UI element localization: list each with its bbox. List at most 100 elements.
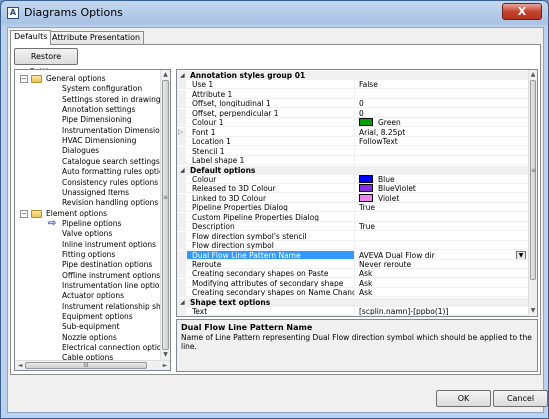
- property-row[interactable]: Creating secondary shapes on Name Change…: [177, 288, 528, 298]
- property-row[interactable]: Reroute Never reroute: [177, 260, 528, 269]
- property-value[interactable]: True: [356, 222, 528, 232]
- tree-item[interactable]: − Element options: [15, 209, 160, 219]
- property-value[interactable]: [356, 147, 528, 156]
- tree-item[interactable]: System configuration: [15, 84, 160, 94]
- property-value[interactable]: Ask: [356, 269, 528, 279]
- property-row[interactable]: Text [scplin.namn]-[ppbo(1)]: [177, 307, 528, 316]
- tree-scroll-down-icon[interactable]: ▼: [161, 350, 170, 360]
- tree-item[interactable]: Electrical connection options: [15, 343, 170, 353]
- property-value[interactable]: [scplin.namn]-[ppbo(1)]: [356, 307, 528, 316]
- tree-horizontal-scrollbar[interactable]: ◄ III ►: [15, 360, 170, 370]
- grid-scroll-down-icon[interactable]: ▼: [529, 306, 537, 316]
- grid-scroll-up-icon[interactable]: ▲: [529, 70, 537, 80]
- tree-item[interactable]: Offline instrument options: [15, 271, 160, 281]
- tree-item[interactable]: Valve options: [15, 229, 160, 239]
- property-row[interactable]: Flow direction symbol: [177, 241, 528, 251]
- property-value[interactable]: FollowText: [356, 137, 528, 147]
- property-row[interactable]: ▷ Font 1 Arial, 8.25pt: [177, 127, 528, 137]
- property-value[interactable]: [356, 232, 528, 241]
- tree-item[interactable]: Instrumentation line options: [15, 281, 168, 291]
- category-collapse-icon[interactable]: ◢: [180, 166, 185, 175]
- tree-item[interactable]: Pipe destination options: [15, 260, 160, 270]
- category-collapse-icon[interactable]: ◢: [180, 71, 185, 80]
- property-row[interactable]: Location 1 FollowText: [177, 137, 528, 147]
- tab-defaults[interactable]: Defaults: [10, 30, 52, 45]
- tree-item[interactable]: Actuator options: [15, 291, 160, 301]
- tree-item[interactable]: Nozzle options: [15, 333, 160, 343]
- property-row[interactable]: Linked to 3D Colour Violet: [177, 193, 528, 203]
- tab-attribute-presentation[interactable]: Attribute Presentation: [48, 31, 145, 44]
- close-button[interactable]: X: [502, 3, 542, 20]
- value-dropdown-icon[interactable]: ▼: [516, 250, 526, 259]
- property-category[interactable]: ◢ Shape text options: [177, 297, 528, 307]
- property-value[interactable]: Blue: [356, 174, 528, 184]
- tree-item[interactable]: Auto formatting rules options: [15, 167, 170, 177]
- category-collapse-icon[interactable]: ◢: [180, 298, 185, 307]
- property-value[interactable]: Ask: [356, 279, 528, 288]
- tree-item[interactable]: HVAC Dimensioning: [15, 136, 160, 146]
- tree-scroll-left-icon[interactable]: ◄: [15, 361, 25, 370]
- property-row[interactable]: Attribute 1: [177, 89, 528, 99]
- property-row[interactable]: Colour Blue: [177, 174, 528, 184]
- property-row[interactable]: Dual Flow Line Pattern Name AVEVA Dual Fl…: [177, 250, 528, 260]
- tree-item[interactable]: Unassigned Items: [15, 188, 160, 198]
- property-value[interactable]: True: [356, 203, 528, 213]
- property-value[interactable]: Never reroute: [356, 260, 528, 269]
- property-row[interactable]: Use 1 False: [177, 80, 528, 90]
- property-row[interactable]: Modifying attributes of secondary shape A…: [177, 278, 528, 288]
- tree-item[interactable]: Annotation settings: [15, 105, 160, 115]
- property-category[interactable]: ◢ Annotation styles group 01: [177, 71, 528, 80]
- tree-item[interactable]: Revision handling options: [15, 198, 160, 208]
- property-value[interactable]: [356, 241, 528, 251]
- tree-item[interactable]: ⇨ Pipeline options: [15, 218, 160, 229]
- property-value[interactable]: Ask: [356, 288, 528, 298]
- restore-settings-button[interactable]: Restore Settings: [14, 48, 78, 76]
- tree-item[interactable]: Consistency rules options: [15, 178, 160, 188]
- property-category[interactable]: ◢ Default options: [177, 165, 528, 175]
- ok-button[interactable]: OK: [436, 390, 491, 407]
- property-value[interactable]: [356, 90, 528, 99]
- tree-item[interactable]: Equipment options: [15, 312, 160, 322]
- property-row[interactable]: Released to 3D Colour BlueViolet: [177, 184, 528, 194]
- property-value[interactable]: BlueViolet: [356, 184, 528, 194]
- property-row[interactable]: Stencil 1: [177, 146, 528, 156]
- grid-vertical-scrollbar[interactable]: ▲ ≡ ▼: [528, 70, 537, 316]
- property-row[interactable]: Custom Pipeline Properties Dialog: [177, 212, 528, 222]
- tree-item[interactable]: Instrument relationship shape opt: [15, 302, 170, 312]
- grid-scroll-thumb[interactable]: ≡: [530, 80, 536, 280]
- property-value[interactable]: Violet: [356, 193, 528, 203]
- property-row[interactable]: Creating secondary shapes on Paste Ask: [177, 269, 528, 279]
- property-row[interactable]: Description True: [177, 222, 528, 232]
- tree-item[interactable]: − General options: [15, 74, 160, 84]
- property-value[interactable]: 0: [356, 99, 528, 109]
- tree-item[interactable]: Fitting options: [15, 250, 160, 260]
- property-value[interactable]: [356, 156, 528, 166]
- tree-item[interactable]: Pipe Dimensioning: [15, 115, 160, 125]
- tree-item[interactable]: Catalogue search settings: [15, 157, 160, 167]
- tree-item[interactable]: Dialogues: [15, 146, 160, 156]
- property-value[interactable]: AVEVA Dual Flow dir ▼: [356, 250, 528, 260]
- tree-item[interactable]: Instrumentation Dimensioning: [15, 126, 170, 136]
- tree-scroll-up-icon[interactable]: ▲: [161, 70, 170, 80]
- tree-item[interactable]: Settings stored in drawing: [15, 95, 161, 105]
- property-row[interactable]: Colour 1 Green: [177, 118, 528, 128]
- property-value[interactable]: Arial, 8.25pt: [356, 128, 528, 137]
- collapse-icon[interactable]: −: [20, 75, 28, 83]
- property-value[interactable]: False: [356, 80, 528, 90]
- tree-item[interactable]: Inline instrument options: [15, 240, 160, 250]
- property-row[interactable]: Label shape 1: [177, 156, 528, 166]
- property-value[interactable]: 0: [356, 109, 528, 118]
- tree-vertical-scrollbar[interactable]: ▲ ≡ ▼: [160, 70, 170, 360]
- property-row[interactable]: Offset, longitudinal 1 0: [177, 99, 528, 109]
- title-bar[interactable]: A Diagrams Options X: [1, 1, 548, 25]
- property-row[interactable]: Offset, perpendicular 1 0: [177, 108, 528, 118]
- tree-scroll-thumb[interactable]: ≡: [162, 80, 169, 350]
- tree-hscroll-thumb[interactable]: III: [25, 362, 147, 369]
- cancel-button[interactable]: Cancel: [493, 390, 548, 407]
- tree-item[interactable]: Sub-equipment: [15, 322, 160, 332]
- property-row[interactable]: Pipeline Properties Dialog True: [177, 203, 528, 213]
- collapse-icon[interactable]: −: [20, 209, 28, 218]
- property-value[interactable]: Green: [356, 118, 528, 128]
- property-value[interactable]: [356, 213, 528, 222]
- tree-scroll-right-icon[interactable]: ►: [160, 361, 170, 370]
